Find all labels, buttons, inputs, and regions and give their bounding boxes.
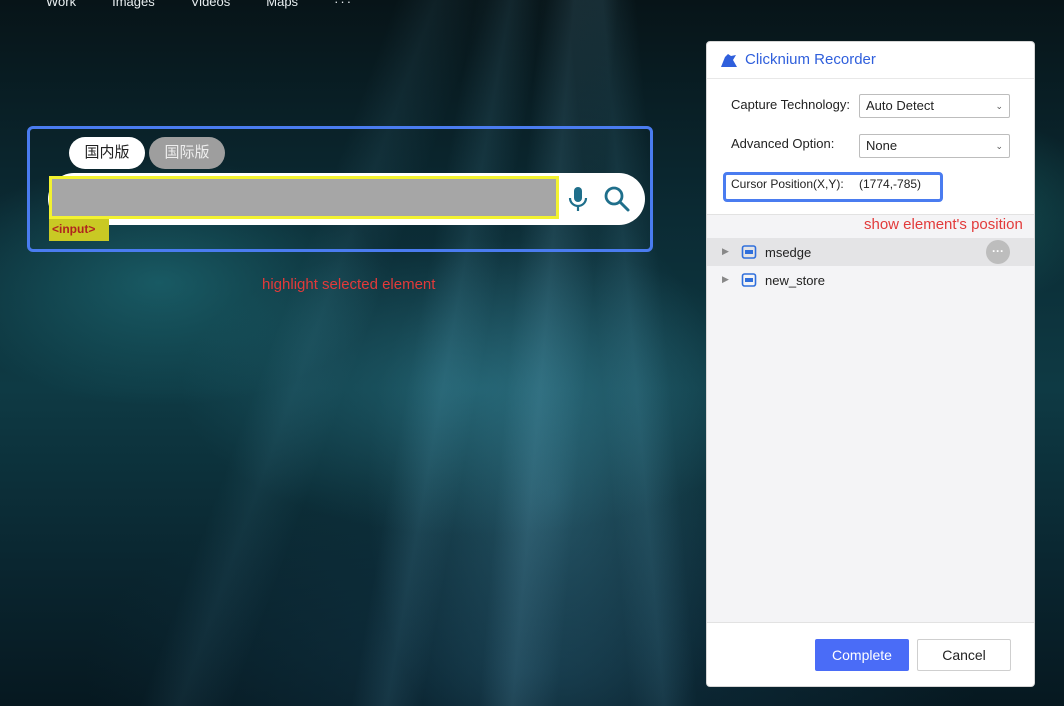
store-icon: [741, 272, 757, 293]
chevron-down-icon: ⌄: [995, 141, 1003, 151]
more-options-button[interactable]: ···: [986, 240, 1010, 264]
capture-technology-select[interactable]: Auto Detect ⌄: [859, 94, 1010, 118]
cancel-button[interactable]: Cancel: [917, 639, 1011, 671]
mic-icon[interactable]: [567, 185, 589, 220]
element-tree: ▶ msedge ··· ▶ new_store: [707, 214, 1034, 623]
capture-technology-label: Capture Technology:: [731, 97, 851, 112]
store-icon: [741, 244, 757, 265]
capture-technology-value: Auto Detect: [866, 98, 934, 113]
nav-more[interactable]: ···: [334, 0, 353, 9]
selected-element-tag: <input>: [49, 219, 109, 241]
tree-item-label: msedge: [765, 245, 812, 260]
tab-domestic[interactable]: 国内版: [69, 137, 145, 169]
nav-work[interactable]: Work: [46, 0, 76, 9]
tree-item-msedge[interactable]: ▶ msedge ···: [707, 238, 1034, 266]
recorder-panel: Clicknium Recorder Capture Technology: A…: [706, 41, 1035, 687]
cursor-position-label: Cursor Position(X,Y):: [731, 177, 844, 191]
top-nav: Work Images Videos Maps ···: [46, 0, 353, 9]
search-input[interactable]: [49, 176, 559, 219]
panel-title: Clicknium Recorder: [745, 51, 876, 68]
tree-item-label: new_store: [765, 273, 825, 288]
nav-videos[interactable]: Videos: [191, 0, 231, 9]
position-caption: show element's position: [864, 216, 1023, 233]
clicknium-logo-icon: [719, 51, 739, 74]
advanced-option-select[interactable]: None ⌄: [859, 134, 1010, 158]
advanced-option-value: None: [866, 138, 898, 153]
tab-international[interactable]: 国际版: [149, 137, 225, 169]
expand-arrow-icon[interactable]: ▶: [722, 246, 729, 257]
panel-header: Clicknium Recorder: [707, 42, 1034, 79]
nav-maps[interactable]: Maps: [266, 0, 298, 9]
highlight-caption: highlight selected element: [262, 276, 436, 293]
chevron-down-icon: ⌄: [995, 101, 1003, 111]
panel-footer: Complete Cancel: [707, 622, 1034, 686]
advanced-option-label: Advanced Option:: [731, 136, 835, 151]
complete-button[interactable]: Complete: [815, 639, 909, 671]
tree-item-new-store[interactable]: ▶ new_store: [707, 266, 1034, 294]
search-icon[interactable]: [603, 185, 631, 218]
expand-arrow-icon[interactable]: ▶: [722, 274, 729, 285]
nav-images[interactable]: Images: [112, 0, 155, 9]
cursor-position-value: (1774,-785): [859, 177, 922, 191]
